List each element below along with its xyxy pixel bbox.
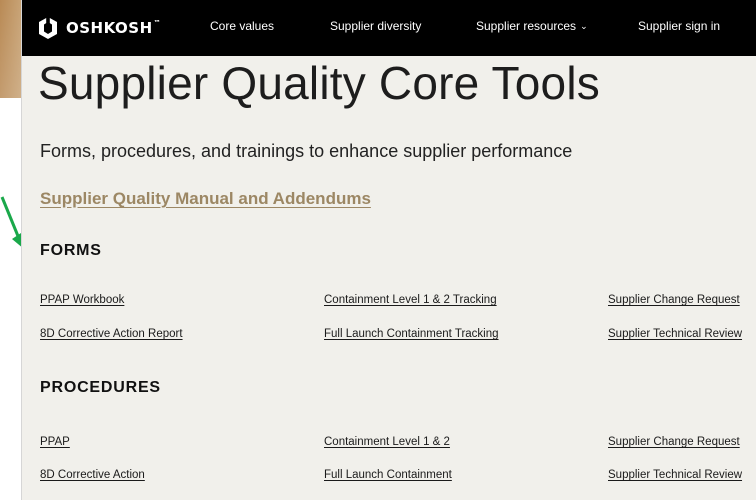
nav-core-values[interactable]: Core values <box>210 19 274 33</box>
nav-supplier-resources[interactable]: Supplier resources ⌄ <box>476 19 588 33</box>
supplier-quality-manual-link[interactable]: Supplier Quality Manual and Addendums <box>40 189 371 209</box>
logo-text: OSHKOSH™ <box>66 19 162 37</box>
oshkosh-logo-icon <box>39 16 57 39</box>
page-title: Supplier Quality Core Tools <box>38 57 600 109</box>
ppap-procedure-link[interactable]: PPAP <box>40 436 70 448</box>
page-subtitle: Forms, procedures, and trainings to enha… <box>40 141 573 161</box>
chevron-down-icon: ⌄ <box>580 21 588 31</box>
nav-supplier-resources-label: Supplier resources <box>476 19 577 33</box>
procedures-supplier-technical-review-link[interactable]: Supplier Technical Review <box>608 469 742 481</box>
oshkosh-logo[interactable]: OSHKOSH™ <box>38 14 161 42</box>
top-navigation: OSHKOSH™ Core values Supplier diversity … <box>22 0 756 56</box>
page-content: OSHKOSH™ Core values Supplier diversity … <box>22 0 756 500</box>
8d-corrective-action-report-link[interactable]: 8D Corrective Action Report <box>40 328 183 340</box>
procedures-heading: PROCEDURES <box>40 379 161 396</box>
procedures-supplier-change-request-link[interactable]: Supplier Change Request <box>608 436 740 448</box>
8d-corrective-action-link[interactable]: 8D Corrective Action <box>40 469 145 481</box>
forms-heading: FORMS <box>40 242 102 259</box>
containment-tracking-link[interactable]: Containment Level 1 & 2 Tracking <box>324 294 497 306</box>
containment-level-procedure-link[interactable]: Containment Level 1 & 2 <box>324 436 450 448</box>
ppap-workbook-link[interactable]: PPAP Workbook <box>40 294 124 306</box>
nav-supplier-diversity[interactable]: Supplier diversity <box>330 19 421 33</box>
forms-supplier-change-request-link[interactable]: Supplier Change Request <box>608 294 740 306</box>
forms-supplier-technical-review-link[interactable]: Supplier Technical Review <box>608 328 742 340</box>
nav-supplier-sign-in[interactable]: Supplier sign in <box>638 19 720 33</box>
full-launch-containment-tracking-link[interactable]: Full Launch Containment Tracking <box>324 328 499 340</box>
full-launch-containment-link[interactable]: Full Launch Containment <box>324 469 452 481</box>
